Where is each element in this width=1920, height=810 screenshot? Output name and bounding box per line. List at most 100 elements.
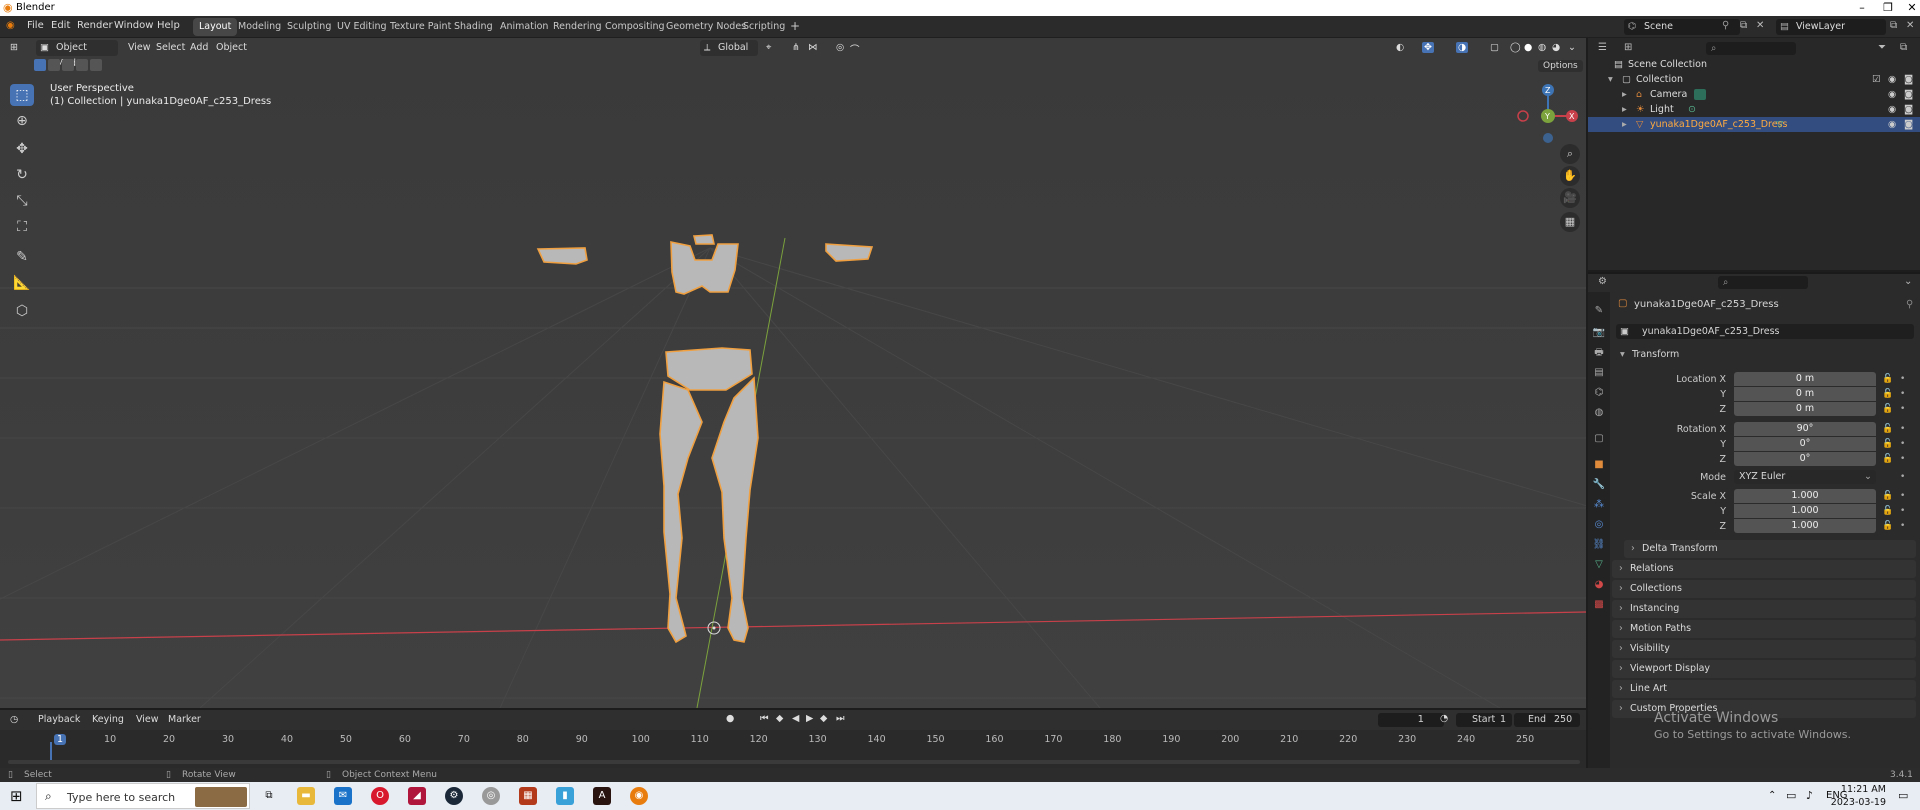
next-keyframe-icon[interactable]: ◆ xyxy=(820,713,827,724)
menu-playback[interactable]: Playback xyxy=(38,714,80,725)
add-cube-tool-icon[interactable]: ⬡ xyxy=(10,300,34,322)
orientation-dropdown[interactable]: ⟂ Global xyxy=(700,40,758,56)
timeline-editor-icon[interactable]: ◷ xyxy=(10,714,18,725)
select-intersect-icon[interactable] xyxy=(90,59,102,71)
pan-hand-icon[interactable]: ✋ xyxy=(1560,166,1580,186)
current-frame-field[interactable]: 1 xyxy=(1378,713,1444,727)
select-new-icon[interactable] xyxy=(34,59,46,71)
properties-options-icon[interactable]: ⌄ xyxy=(1904,276,1912,287)
add-workspace-button[interactable]: + xyxy=(784,18,806,36)
keyframe-dot-icon[interactable]: • xyxy=(1900,491,1905,501)
panel-instancing[interactable]: Instancing xyxy=(1612,600,1916,618)
tab-layout[interactable]: Layout xyxy=(193,18,238,36)
object-tab-icon[interactable]: ■ xyxy=(1592,458,1606,472)
view-layer-tab-icon[interactable]: ▤ xyxy=(1592,366,1606,380)
blender-menu-icon[interactable]: ◉ xyxy=(6,20,15,31)
eye-icon[interactable]: ◉ xyxy=(1888,117,1896,132)
app-icon[interactable]: ▮ xyxy=(556,787,574,805)
tab-modeling[interactable]: Modeling xyxy=(232,18,287,36)
close-button[interactable]: ✕ xyxy=(1896,0,1920,16)
eye-icon[interactable]: ◉ xyxy=(1888,87,1896,102)
new-scene-icon[interactable]: ⧉ xyxy=(1740,20,1747,31)
clock-time[interactable]: 11:21 AM xyxy=(1836,784,1886,795)
lock-icon[interactable]: 🔓 xyxy=(1882,389,1893,399)
keyframe-dot-icon[interactable]: • xyxy=(1900,506,1905,516)
lock-icon[interactable]: 🔓 xyxy=(1882,424,1893,434)
navigation-gizmo[interactable]: Z X Y xyxy=(1516,82,1580,146)
menu-timeline-view[interactable]: View xyxy=(136,714,159,725)
editor-type-icon[interactable]: ⊞ xyxy=(10,42,18,53)
aseprite-icon[interactable]: A xyxy=(593,787,611,805)
speaker-icon[interactable]: ♪ xyxy=(1806,789,1813,802)
scale-z-field[interactable]: 1.000 xyxy=(1734,519,1876,533)
new-collection-icon[interactable]: ⧉ xyxy=(1900,42,1907,53)
scale-x-field[interactable]: 1.000 xyxy=(1734,489,1876,503)
light-data-icon[interactable]: ⊙ xyxy=(1688,102,1696,117)
windows-start-icon[interactable]: ⊞ xyxy=(10,787,23,805)
tool-tab-icon[interactable]: ✎ xyxy=(1592,304,1606,318)
annotate-tool-icon[interactable]: ✎ xyxy=(10,246,34,268)
transform-panel-header[interactable]: ▾ Transform xyxy=(1612,346,1916,364)
camera-view-icon[interactable]: 🎥 xyxy=(1560,188,1580,208)
modifier-tab-icon[interactable]: 🔧 xyxy=(1592,478,1606,492)
collection-tab-icon[interactable]: ▢ xyxy=(1592,432,1606,446)
file-explorer-icon[interactable]: ▬ xyxy=(297,787,315,805)
pin-icon[interactable]: ⚲ xyxy=(1722,20,1729,31)
location-y-field[interactable]: 0 m xyxy=(1734,387,1876,401)
texture-tab-icon[interactable]: ▩ xyxy=(1592,598,1606,612)
pivot-icon[interactable]: ⌖ xyxy=(766,42,771,53)
object-datablock-field[interactable]: ▣ yunaka1Dge0AF_c253_Dress xyxy=(1616,324,1914,339)
physics-tab-icon[interactable]: ◎ xyxy=(1592,518,1606,532)
tab-texture-paint[interactable]: Texture Paint xyxy=(384,18,457,36)
keyframe-dot-icon[interactable]: • xyxy=(1900,439,1905,449)
menu-add[interactable]: Add xyxy=(190,42,208,53)
delete-view-layer-icon[interactable]: ✕ xyxy=(1906,20,1914,31)
material-tab-icon[interactable]: ◕ xyxy=(1592,578,1606,592)
menu-render[interactable]: Render xyxy=(77,20,113,31)
app-icon[interactable]: ◢ xyxy=(408,787,426,805)
filter-icon[interactable]: ⏷ xyxy=(1878,42,1886,53)
collapse-arrow-icon[interactable]: ▾ xyxy=(1608,72,1613,87)
chevron-up-icon[interactable]: ⌃ xyxy=(1768,790,1776,801)
properties-search[interactable]: ⌕ xyxy=(1718,276,1808,289)
mail-icon[interactable]: ✉ xyxy=(334,787,352,805)
lock-icon[interactable]: 🔓 xyxy=(1882,506,1893,516)
render-camera-icon[interactable]: ◙ xyxy=(1904,87,1913,102)
render-tab-icon[interactable]: 📷 xyxy=(1592,326,1606,340)
3d-viewport[interactable] xyxy=(0,38,1586,708)
menu-marker[interactable]: Marker xyxy=(168,714,201,725)
render-camera-icon[interactable]: ◙ xyxy=(1904,102,1913,117)
rotation-mode-dropdown[interactable]: XYZ Euler ⌄ xyxy=(1734,470,1876,484)
menu-window[interactable]: Window xyxy=(114,20,153,31)
expand-arrow-icon[interactable]: ▸ xyxy=(1622,102,1627,117)
menu-view[interactable]: View xyxy=(128,42,151,53)
steam-icon[interactable]: ⚙ xyxy=(445,787,463,805)
properties-editor-icon[interactable]: ⚙ xyxy=(1598,276,1607,287)
tab-animation[interactable]: Animation xyxy=(494,18,554,36)
keyframe-dot-icon[interactable]: • xyxy=(1900,472,1905,482)
mesh-data-icon[interactable]: ▽ xyxy=(1776,117,1783,132)
mode-dropdown[interactable]: ▣ Object Mode xyxy=(36,40,118,69)
render-camera-icon[interactable]: ◙ xyxy=(1904,72,1913,87)
pin-icon[interactable]: ⚲ xyxy=(1906,299,1913,310)
lock-icon[interactable]: 🔓 xyxy=(1882,374,1893,384)
render-camera-icon[interactable]: ◙ xyxy=(1904,117,1913,132)
panel-visibility[interactable]: Visibility xyxy=(1612,640,1916,658)
location-x-field[interactable]: 0 m xyxy=(1734,372,1876,386)
tab-sculpting[interactable]: Sculpting xyxy=(281,18,337,36)
select-invert-icon[interactable] xyxy=(76,59,88,71)
select-subtract-icon[interactable] xyxy=(62,59,74,71)
gizmo-toggle-icon[interactable]: ✥ xyxy=(1422,42,1434,53)
camera-data-icon[interactable] xyxy=(1694,89,1706,100)
play-reverse-icon[interactable]: ◀ xyxy=(792,713,799,724)
options-button[interactable]: Options xyxy=(1538,60,1583,72)
scale-y-field[interactable]: 1.000 xyxy=(1734,504,1876,518)
wireframe-shading-icon[interactable]: ◯ xyxy=(1510,42,1521,53)
expand-arrow-icon[interactable]: ▸ xyxy=(1622,117,1627,132)
scene-tab-icon[interactable]: ⌬ xyxy=(1592,386,1606,400)
app-icon[interactable]: ▦ xyxy=(519,787,537,805)
prev-keyframe-icon[interactable]: ◆ xyxy=(776,713,783,724)
output-tab-icon[interactable]: 🖶 xyxy=(1592,346,1606,360)
solid-shading-icon[interactable]: ● xyxy=(1524,42,1532,53)
proportional-edit-icon[interactable]: ◎ xyxy=(836,42,844,53)
